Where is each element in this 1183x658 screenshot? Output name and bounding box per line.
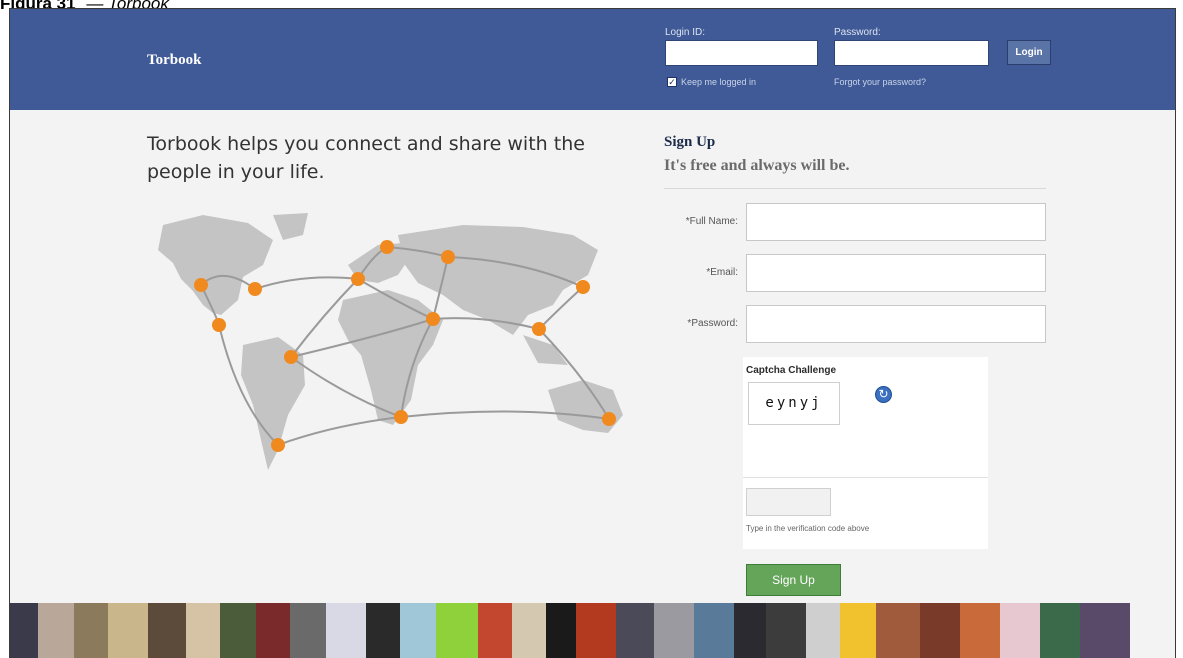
signup-subtitle: It's free and always will be. xyxy=(664,157,850,174)
member-thumbnail[interactable] xyxy=(400,603,436,658)
member-thumbnail[interactable] xyxy=(840,603,876,658)
member-thumbnail[interactable] xyxy=(478,603,512,658)
member-thumbnail[interactable] xyxy=(960,603,1000,658)
signup-title: Sign Up xyxy=(664,134,716,150)
login-button[interactable]: Login xyxy=(1007,40,1051,65)
member-thumbnail[interactable] xyxy=(734,603,766,658)
greenland-shape xyxy=(273,213,308,240)
password-label: Password: xyxy=(834,27,881,38)
member-thumbnail[interactable] xyxy=(766,603,806,658)
keep-logged-in-option[interactable]: ✓ Keep me logged in xyxy=(667,77,756,87)
member-thumbnail[interactable] xyxy=(1040,603,1080,658)
map-node xyxy=(248,282,262,296)
route-line xyxy=(254,276,359,290)
map-node xyxy=(441,250,455,264)
tagline: Torbook helps you connect and share with… xyxy=(147,133,585,183)
checkbox-checked-icon[interactable]: ✓ xyxy=(667,77,677,87)
captcha-image: eynyj xyxy=(748,382,840,425)
member-thumbnail[interactable] xyxy=(148,603,186,658)
header-password-input[interactable] xyxy=(834,40,989,66)
member-thumbnail[interactable] xyxy=(108,603,148,658)
password-label-signup: *Password: xyxy=(687,318,738,329)
map-node xyxy=(194,278,208,292)
map-node xyxy=(426,312,440,326)
map-node xyxy=(284,350,298,364)
captcha-divider xyxy=(743,477,988,478)
member-thumbnail[interactable] xyxy=(436,603,478,658)
world-map-illustration xyxy=(158,213,623,470)
member-thumbnail[interactable] xyxy=(220,603,256,658)
email-input[interactable] xyxy=(746,254,1046,292)
member-thumbnail[interactable] xyxy=(186,603,220,658)
member-thumbnail[interactable] xyxy=(616,603,654,658)
map-node xyxy=(380,240,394,254)
full-name-label: *Full Name: xyxy=(685,216,738,227)
brand-logo[interactable]: Torbook xyxy=(147,52,201,69)
map-node xyxy=(351,272,365,286)
verification-hint: Type in the verification code above xyxy=(746,524,870,533)
browser-page: Torbook Login ID: Password: Login ✓ Keep… xyxy=(9,8,1176,658)
member-photo-strip xyxy=(10,603,1175,658)
member-thumbnail[interactable] xyxy=(10,603,38,658)
verification-code-input[interactable] xyxy=(746,488,831,516)
member-thumbnail[interactable] xyxy=(806,603,840,658)
member-thumbnail[interactable] xyxy=(256,603,290,658)
refresh-icon[interactable]: ↻ xyxy=(875,386,892,403)
forgot-password-link[interactable]: Forgot your password? xyxy=(834,77,926,87)
member-thumbnail[interactable] xyxy=(366,603,400,658)
africa-shape xyxy=(338,290,443,425)
captcha-title: Captcha Challenge xyxy=(746,365,837,376)
member-thumbnail[interactable] xyxy=(920,603,960,658)
member-thumbnail[interactable] xyxy=(576,603,616,658)
member-thumbnail[interactable] xyxy=(546,603,576,658)
keep-logged-in-label: Keep me logged in xyxy=(681,77,757,87)
full-name-input[interactable] xyxy=(746,203,1046,241)
member-thumbnail[interactable] xyxy=(74,603,108,658)
member-thumbnail[interactable] xyxy=(38,603,74,658)
map-node xyxy=(212,318,226,332)
southeast-asia-shape xyxy=(523,335,568,365)
member-thumbnail[interactable] xyxy=(694,603,734,658)
email-label: *Email: xyxy=(706,267,738,278)
member-thumbnail[interactable] xyxy=(326,603,366,658)
top-header-bar: Torbook Login ID: Password: Login ✓ Keep… xyxy=(10,9,1175,110)
map-node xyxy=(602,412,616,426)
login-id-label: Login ID: xyxy=(665,27,706,38)
member-thumbnail[interactable] xyxy=(876,603,920,658)
member-thumbnail[interactable] xyxy=(654,603,694,658)
signup-divider xyxy=(664,188,1046,189)
map-node xyxy=(394,410,408,424)
signup-button[interactable]: Sign Up xyxy=(746,564,841,596)
signup-password-input[interactable] xyxy=(746,305,1046,343)
member-thumbnail[interactable] xyxy=(290,603,326,658)
member-thumbnail[interactable] xyxy=(1080,603,1130,658)
map-node xyxy=(532,322,546,336)
member-thumbnail[interactable] xyxy=(512,603,546,658)
login-id-input[interactable] xyxy=(665,40,818,66)
map-node xyxy=(271,438,285,452)
member-thumbnail[interactable] xyxy=(1000,603,1040,658)
map-node xyxy=(576,280,590,294)
north-america-shape xyxy=(158,215,273,315)
